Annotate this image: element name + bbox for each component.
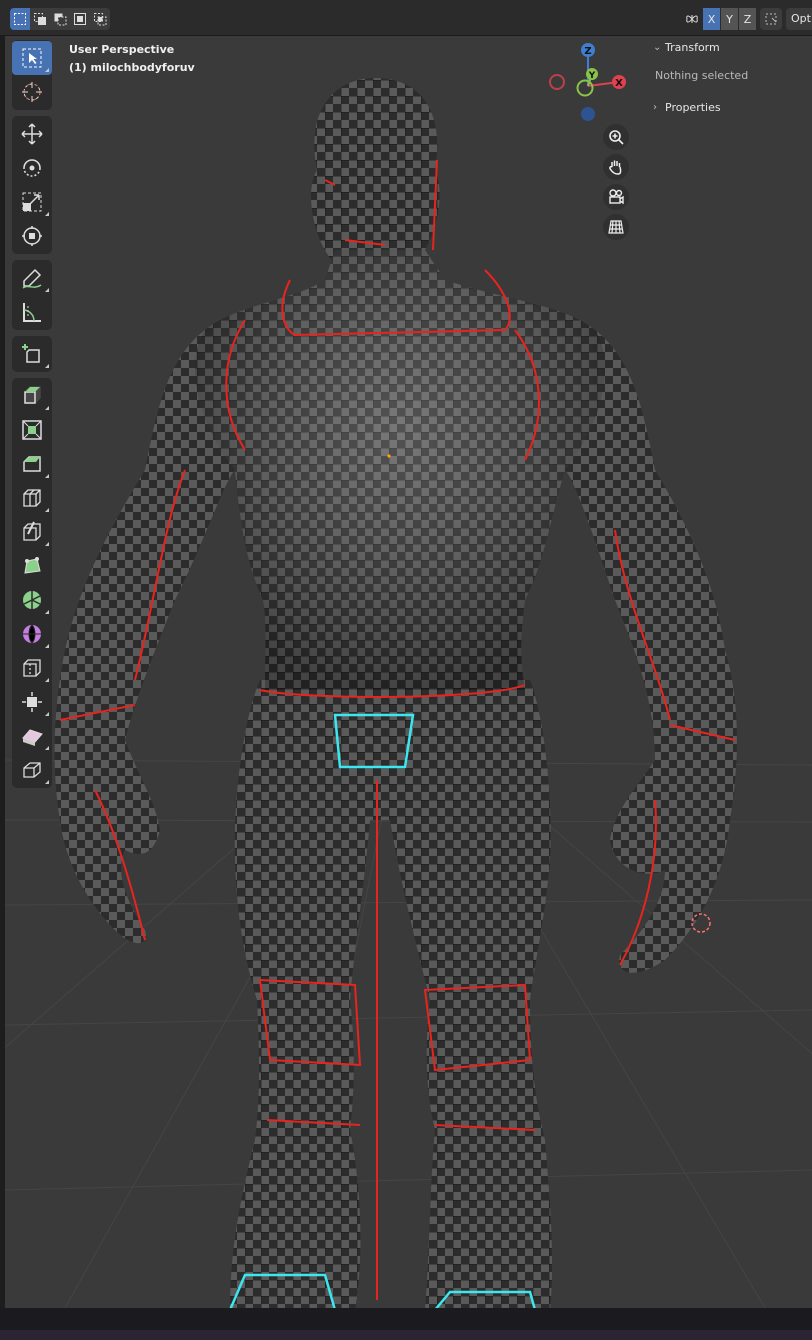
select-box-tool[interactable] (12, 41, 52, 75)
tool-group-add (12, 336, 52, 372)
transform-panel-header[interactable]: ⌄ Transform (645, 36, 812, 58)
pan-hand-icon[interactable] (603, 154, 629, 180)
3d-viewport[interactable] (5, 0, 812, 1308)
shrink-fatten-tool[interactable] (12, 685, 52, 719)
gizmo-x-label: X (615, 78, 623, 89)
mirror-x-button[interactable]: X (703, 8, 720, 30)
zoom-icon[interactable] (603, 124, 629, 150)
edge-slide-tool[interactable] (12, 651, 52, 685)
tool-group-select (12, 40, 52, 110)
mirror-y-button[interactable]: Y (721, 8, 738, 30)
bevel-tool[interactable] (12, 447, 52, 481)
transform-status: Nothing selected (655, 69, 749, 82)
bottom-strip (0, 1330, 812, 1340)
mirror-axis-group: X Y Z (682, 8, 756, 30)
gizmo-z-label: Z (584, 46, 591, 57)
view-label: User Perspective (69, 43, 175, 56)
shear-tool[interactable] (12, 719, 52, 753)
tool-group-transform (12, 116, 52, 254)
spin-tool[interactable] (12, 583, 52, 617)
select-extend-icon[interactable] (30, 8, 50, 30)
viewport-overlay-text: User Perspective (1) milochbodyforuv (69, 41, 195, 77)
navigation-gizmo[interactable]: Z X Y (545, 40, 635, 125)
sidebar-panel: ⌄ Transform Nothing selected › Propertie… (645, 36, 812, 136)
object-label: (1) milochbodyforuv (69, 61, 195, 74)
rotate-tool[interactable] (12, 151, 52, 185)
options-dropdown[interactable]: Opt (786, 8, 812, 30)
annotate-tool[interactable] (12, 261, 52, 295)
ortho-grid-icon[interactable] (603, 214, 629, 240)
gizmo-y-label: Y (588, 71, 596, 81)
gizmo-neg-y-icon[interactable] (576, 79, 594, 97)
properties-title: Properties (665, 100, 721, 114)
loop-cut-tool[interactable] (12, 481, 52, 515)
properties-panel-header[interactable]: › Properties (645, 96, 812, 118)
gizmo-neg-x-icon[interactable] (549, 74, 565, 90)
tool-group-mesh (12, 378, 52, 788)
tool-group-annotate (12, 260, 52, 330)
smooth-tool[interactable] (12, 617, 52, 651)
selection-mode-group (10, 8, 110, 30)
chevron-down-icon: ⌄ (653, 41, 662, 53)
scale-tool[interactable] (12, 185, 52, 219)
select-invert-icon[interactable] (70, 8, 90, 30)
select-subtract-icon[interactable] (50, 8, 70, 30)
extrude-region-tool[interactable] (12, 379, 52, 413)
measure-tool[interactable] (12, 295, 52, 329)
transform-title: Transform (665, 40, 720, 54)
mirror-z-button[interactable]: Z (739, 8, 756, 30)
inset-faces-tool[interactable] (12, 413, 52, 447)
rip-region-tool[interactable] (12, 753, 52, 787)
gizmo-neg-z-icon[interactable] (581, 107, 595, 121)
viewport-header: X Y Z Opt (0, 0, 812, 36)
tool-shelf (12, 40, 52, 794)
snap-icon[interactable] (760, 8, 782, 30)
knife-tool[interactable] (12, 515, 52, 549)
select-intersect-icon[interactable] (90, 8, 110, 30)
chevron-right-icon: › (653, 101, 657, 113)
cursor-tool[interactable] (12, 75, 52, 109)
character-mesh[interactable] (35, 70, 755, 1308)
select-new-icon[interactable] (10, 8, 30, 30)
add-cube-tool[interactable] (12, 337, 52, 371)
transform-tool[interactable] (12, 219, 52, 253)
butterfly-icon[interactable] (682, 8, 702, 30)
poly-build-tool[interactable] (12, 549, 52, 583)
move-tool[interactable] (12, 117, 52, 151)
camera-view-icon[interactable] (603, 184, 629, 210)
